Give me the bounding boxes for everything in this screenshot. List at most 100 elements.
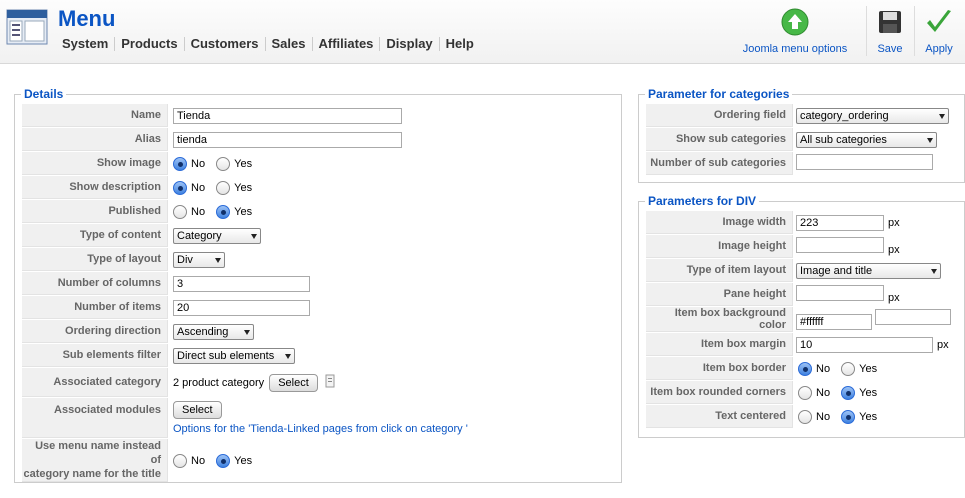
use-menu-name-label-line2: category name for the title (23, 468, 161, 480)
show-image-label: Show image (22, 152, 168, 175)
radio-label: Yes (234, 454, 253, 467)
ordering-direction-label: Ordering direction (22, 320, 168, 343)
published-no-radio[interactable] (173, 204, 187, 219)
number-of-columns-input[interactable]: 3 (173, 275, 310, 292)
name-input[interactable]: Tienda (173, 107, 402, 124)
text-centered-yes-radio[interactable] (841, 409, 856, 424)
show-description-label: Show description (22, 176, 168, 199)
ordering-direction-select[interactable]: Ascending (173, 323, 254, 340)
use-menu-name-no-radio[interactable] (173, 453, 187, 468)
nav-sales[interactable]: Sales (264, 37, 312, 51)
published-yes-radio[interactable] (216, 204, 231, 219)
type-of-item-layout-value: Image and title (800, 264, 873, 277)
sub-elements-filter-value: Direct sub elements (177, 349, 275, 362)
pane-height-input[interactable] (796, 285, 884, 301)
associated-modules-select-button[interactable]: Select (173, 401, 222, 419)
categories-table: Ordering field category_ordering Show su… (645, 103, 950, 176)
radio-label: No (191, 454, 206, 467)
pane-height-label: Pane height (646, 283, 793, 306)
name-label: Name (22, 104, 168, 127)
chevron-down-icon (939, 113, 945, 119)
apply-button[interactable]: Apply (920, 8, 958, 55)
show-description-yes-radio[interactable] (216, 180, 231, 195)
image-height-input[interactable] (796, 237, 884, 253)
apply-label: Apply (925, 43, 953, 55)
document-icon[interactable] (325, 374, 335, 388)
categories-legend: Parameter for categories (648, 87, 790, 101)
show-sub-categories-label: Show sub categories (646, 128, 793, 151)
image-width-label: Image width (646, 211, 793, 234)
number-of-items-input[interactable]: 20 (173, 299, 310, 316)
show-sub-categories-select[interactable]: All sub categories (796, 131, 937, 148)
item-box-rounded-label: Item box rounded corners (646, 381, 793, 404)
sub-elements-filter-select[interactable]: Direct sub elements (173, 347, 295, 364)
item-box-rounded-yes-radio[interactable] (841, 385, 856, 400)
joomla-menu-options-button[interactable]: Joomla menu options (740, 8, 850, 55)
item-box-bg-label: Item box background color (646, 307, 793, 332)
sub-elements-filter-label: Sub elements filter (22, 344, 168, 367)
details-legend: Details (24, 87, 64, 101)
save-button[interactable]: Save (872, 8, 908, 55)
type-of-content-select[interactable]: Category (173, 227, 261, 244)
alias-label: Alias (22, 128, 168, 151)
number-of-sub-categories-input[interactable] (796, 154, 933, 170)
row-item-box-rounded: Item box rounded corners No Yes (646, 381, 951, 404)
nav-help[interactable]: Help (438, 37, 480, 51)
px-unit: px (888, 244, 900, 256)
item-box-border-no-radio[interactable] (798, 361, 812, 376)
image-width-input[interactable]: 223 (796, 214, 884, 231)
text-centered-label: Text centered (646, 405, 793, 428)
type-of-layout-select[interactable]: Div (173, 251, 225, 268)
type-of-layout-label: Type of layout (22, 248, 168, 271)
nav-products[interactable]: Products (114, 37, 183, 51)
nav-customers[interactable]: Customers (183, 37, 265, 51)
ordering-direction-value: Ascending (177, 325, 229, 338)
row-show-description: Show description No Yes (22, 176, 468, 199)
div-legend: Parameters for DIV (648, 194, 757, 208)
chevron-down-icon (927, 137, 933, 143)
item-box-rounded-no-radio[interactable] (798, 385, 812, 400)
row-show-sub-categories: Show sub categories All sub categories (646, 128, 949, 151)
type-of-item-layout-select[interactable]: Image and title (796, 262, 941, 279)
use-menu-name-yes-radio[interactable] (216, 453, 231, 468)
row-ordering-direction: Ordering direction Ascending (22, 320, 468, 343)
item-box-border-label: Item box border (646, 357, 793, 380)
chevron-down-icon (251, 233, 257, 239)
nav-display[interactable]: Display (379, 37, 438, 51)
div-table: Image width 223 px Image height px Type o… (645, 210, 952, 429)
item-box-margin-input[interactable]: 10 (796, 336, 933, 353)
px-unit: px (937, 338, 949, 351)
page-title: Menu (58, 6, 116, 31)
row-published: Published No Yes (22, 200, 468, 223)
ordering-field-select[interactable]: category_ordering (796, 107, 949, 124)
nav-system[interactable]: System (62, 37, 114, 51)
px-unit: px (888, 216, 900, 229)
row-ordering-field: Ordering field category_ordering (646, 104, 949, 127)
toolbar-separator (866, 6, 867, 56)
alias-input[interactable]: tienda (173, 131, 402, 148)
radio-label: Yes (234, 205, 253, 218)
text-centered-no-radio[interactable] (798, 409, 812, 424)
main-nav: System Products Customers Sales Affiliat… (62, 37, 480, 51)
number-of-items-label: Number of items (22, 296, 168, 319)
radio-label: Yes (234, 181, 253, 194)
item-box-border-yes-radio[interactable] (841, 361, 856, 376)
nav-affiliates[interactable]: Affiliates (311, 37, 380, 51)
options-link[interactable]: Options for the 'Tienda-Linked pages fro… (173, 423, 468, 435)
item-box-bg-input[interactable]: #ffffff (796, 314, 872, 330)
row-sub-elements-filter: Sub elements filter Direct sub elements (22, 344, 468, 367)
radio-label: No (816, 386, 831, 399)
associated-category-value: 2 product category (173, 376, 265, 389)
show-image-yes-radio[interactable] (216, 156, 231, 171)
px-unit: px (888, 292, 900, 304)
show-image-no-radio[interactable] (173, 156, 187, 171)
div-fieldset: Parameters for DIV Image width 223 px Ima… (638, 194, 965, 438)
type-of-content-value: Category (177, 229, 222, 242)
show-description-no-radio[interactable] (173, 180, 187, 195)
item-box-bg-preview-input[interactable] (875, 309, 952, 325)
chevron-down-icon (931, 268, 937, 274)
row-number-of-sub-categories: Number of sub categories (646, 152, 949, 175)
chevron-down-icon (215, 257, 221, 263)
row-item-box-margin: Item box margin 10 px (646, 333, 951, 356)
associated-category-select-button[interactable]: Select (269, 373, 318, 392)
